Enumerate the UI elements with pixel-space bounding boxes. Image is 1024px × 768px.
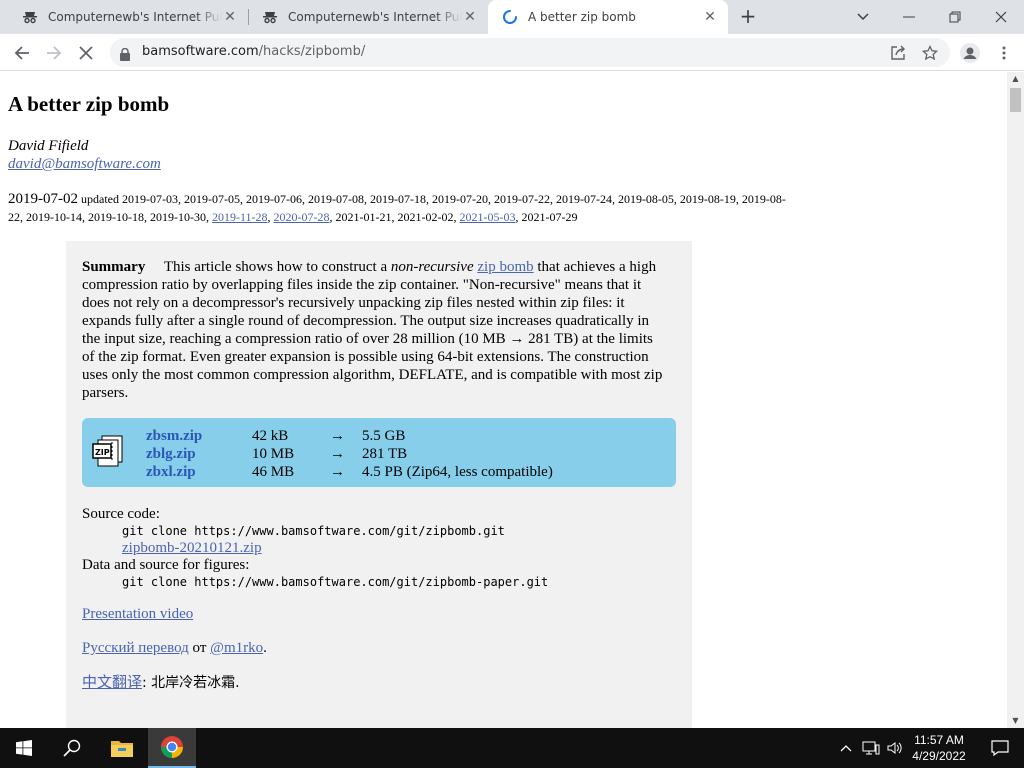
zip-archive-icon: ZIP — [92, 434, 126, 473]
clock-time: 11:57 AM — [914, 733, 964, 747]
url-host: bamsoftware.com — [142, 44, 259, 59]
scrollbar-thumb[interactable] — [1010, 88, 1021, 112]
source-zip-link[interactable]: zipbomb-20210121.zip — [122, 539, 262, 557]
profile-avatar-icon[interactable] — [956, 39, 984, 67]
file-output-size: 5.5 GB — [362, 428, 406, 444]
svg-text:ZIP: ZIP — [95, 448, 110, 457]
tab-title: Computernewb's Internet Pub Hub — [48, 10, 222, 24]
url-path: /hacks/zipbomb/ — [258, 44, 366, 59]
chinese-translator-text: : 北岸冷若冰霜. — [142, 675, 240, 691]
tab-close-icon[interactable]: ✕ — [702, 9, 718, 25]
incognito-favicon-icon — [22, 9, 38, 25]
file-link[interactable]: zblg.zip — [146, 445, 246, 463]
zip-bomb-link[interactable]: zip bomb — [477, 259, 533, 275]
arrow-icon: → — [330, 428, 345, 444]
lock-icon[interactable] — [120, 46, 130, 65]
file-explorer-icon[interactable] — [98, 728, 146, 768]
file-output-size: 281 TB — [362, 446, 408, 462]
stop-loading-icon[interactable] — [72, 39, 100, 67]
back-arrow-icon[interactable] — [8, 39, 36, 67]
tab-title: Computernewb's Internet Pub Hub — [288, 10, 462, 24]
arrow-icon: → — [330, 464, 345, 480]
russian-translation-link[interactable]: Русский перевод — [82, 640, 189, 656]
notifications-icon[interactable] — [976, 728, 1024, 768]
summary-label: Summary — [82, 259, 146, 275]
update-date-link[interactable]: 2021-05-03 — [460, 210, 516, 224]
file-size: 10 MB — [252, 446, 295, 462]
windows-start-icon[interactable] — [0, 728, 48, 768]
scroll-down-arrow-icon[interactable]: ▼ — [1007, 714, 1024, 728]
source-code-label: Source code: — [82, 506, 160, 522]
page-title: A better zip bomb — [8, 92, 170, 116]
summary-box: Summary This article shows how to constr… — [66, 241, 692, 728]
update-dates: 2019-07-02 updated 2019-07-03, 2019-07-0… — [8, 191, 786, 224]
volume-icon[interactable] — [882, 728, 908, 768]
update-dates-plain: 2021-01-21, 2021-02-02, — [335, 210, 457, 224]
updated-label: updated — [81, 192, 119, 206]
tab-computernewb-1[interactable]: Computernewb's Internet Pub Hub ✕ — [8, 0, 248, 34]
data-source-label: Data and source for figures: — [82, 557, 250, 573]
file-link[interactable]: zbsm.zip — [146, 427, 246, 445]
minimize-icon[interactable] — [886, 0, 932, 34]
web-page: A better zip bomb David Fifield david@ba… — [0, 72, 1007, 728]
tray-chevron-icon[interactable] — [832, 728, 860, 768]
summary-emphasis: non-recursive — [390, 259, 474, 275]
chinese-translation-line: 中文翻译: 北岸冷若冰霜. — [82, 674, 240, 692]
clock-date: 4/29/2022 — [912, 749, 966, 763]
new-tab-plus-icon[interactable]: + — [736, 5, 760, 29]
browser-toolbar: bamsoftware.com/hacks/zipbomb/ — [0, 34, 1024, 71]
summary-text: This article shows how to construct a — [163, 259, 388, 275]
loading-spinner-icon — [502, 9, 518, 25]
chinese-translation-link[interactable]: 中文翻译 — [82, 675, 142, 691]
translator-link[interactable]: @m1rko — [210, 640, 263, 656]
update-dates-plain: 2021-07-29 — [521, 210, 578, 224]
search-icon[interactable] — [48, 728, 96, 768]
presentation-video-link[interactable]: Presentation video — [82, 605, 193, 623]
author-name: David Fifield — [8, 138, 89, 154]
update-date-link[interactable]: 2020-07-28 — [274, 210, 330, 224]
forward-arrow-icon[interactable] — [40, 39, 68, 67]
share-icon[interactable] — [888, 43, 908, 63]
summary-paragraph: Summary This article shows how to constr… — [82, 258, 667, 402]
tab-title: A better zip bomb — [528, 10, 636, 24]
network-icon[interactable] — [858, 728, 884, 768]
system-clock[interactable]: 11:57 AM 4/29/2022 — [906, 732, 972, 764]
vertical-scrollbar[interactable]: ▲ ▼ — [1007, 72, 1024, 728]
tab-zip-bomb[interactable]: A better zip bomb ✕ — [488, 0, 728, 34]
tab-close-icon[interactable]: ✕ — [222, 9, 238, 25]
url-text[interactable]: bamsoftware.com/hacks/zipbomb/ — [142, 44, 365, 59]
source-git-command[interactable]: git clone https://www.bamsoftware.com/gi… — [122, 522, 505, 540]
tab-search-chevron-icon[interactable] — [840, 0, 886, 34]
windows-taskbar: 11:57 AM 4/29/2022 — [0, 728, 1024, 768]
russian-from-text: от — [192, 640, 207, 656]
bookmark-star-icon[interactable] — [920, 43, 940, 63]
file-output-size: 4.5 PB (Zip64, less compatible) — [362, 464, 553, 480]
file-size: 46 MB — [252, 464, 295, 480]
period-text: . — [263, 640, 267, 656]
file-size: 42 kB — [252, 428, 289, 444]
tab-close-icon[interactable]: ✕ — [462, 9, 478, 25]
russian-translation-line: Русский перевод от @m1rko. — [82, 639, 267, 657]
tab-strip: Computernewb's Internet Pub Hub ✕ Comput… — [0, 0, 1024, 34]
file-link[interactable]: zbxl.zip — [146, 463, 246, 481]
tab-computernewb-2[interactable]: Computernewb's Internet Pub Hub ✕ — [248, 0, 488, 34]
author-email-link[interactable]: david@bamsoftware.com — [8, 156, 161, 173]
arrow-icon: → — [330, 446, 345, 462]
incognito-favicon-icon — [262, 9, 278, 25]
publish-date: 2019-07-02 — [8, 191, 78, 207]
scroll-up-arrow-icon[interactable]: ▲ — [1007, 72, 1024, 86]
address-bar[interactable]: bamsoftware.com/hacks/zipbomb/ — [110, 38, 950, 67]
close-window-icon[interactable] — [978, 0, 1024, 34]
restore-icon[interactable] — [932, 0, 978, 34]
update-date-link[interactable]: 2019-11-28 — [212, 210, 268, 224]
download-files-box: ZIP zbsm.zip 42 kB → 5.5 GB zblg.zip 10 … — [82, 418, 676, 487]
data-git-command[interactable]: git clone https://www.bamsoftware.com/gi… — [122, 573, 548, 591]
summary-text: that achieves a high compression ratio b… — [82, 259, 663, 401]
menu-kebab-icon[interactable] — [990, 39, 1018, 67]
chrome-taskbar-icon[interactable] — [148, 728, 196, 768]
